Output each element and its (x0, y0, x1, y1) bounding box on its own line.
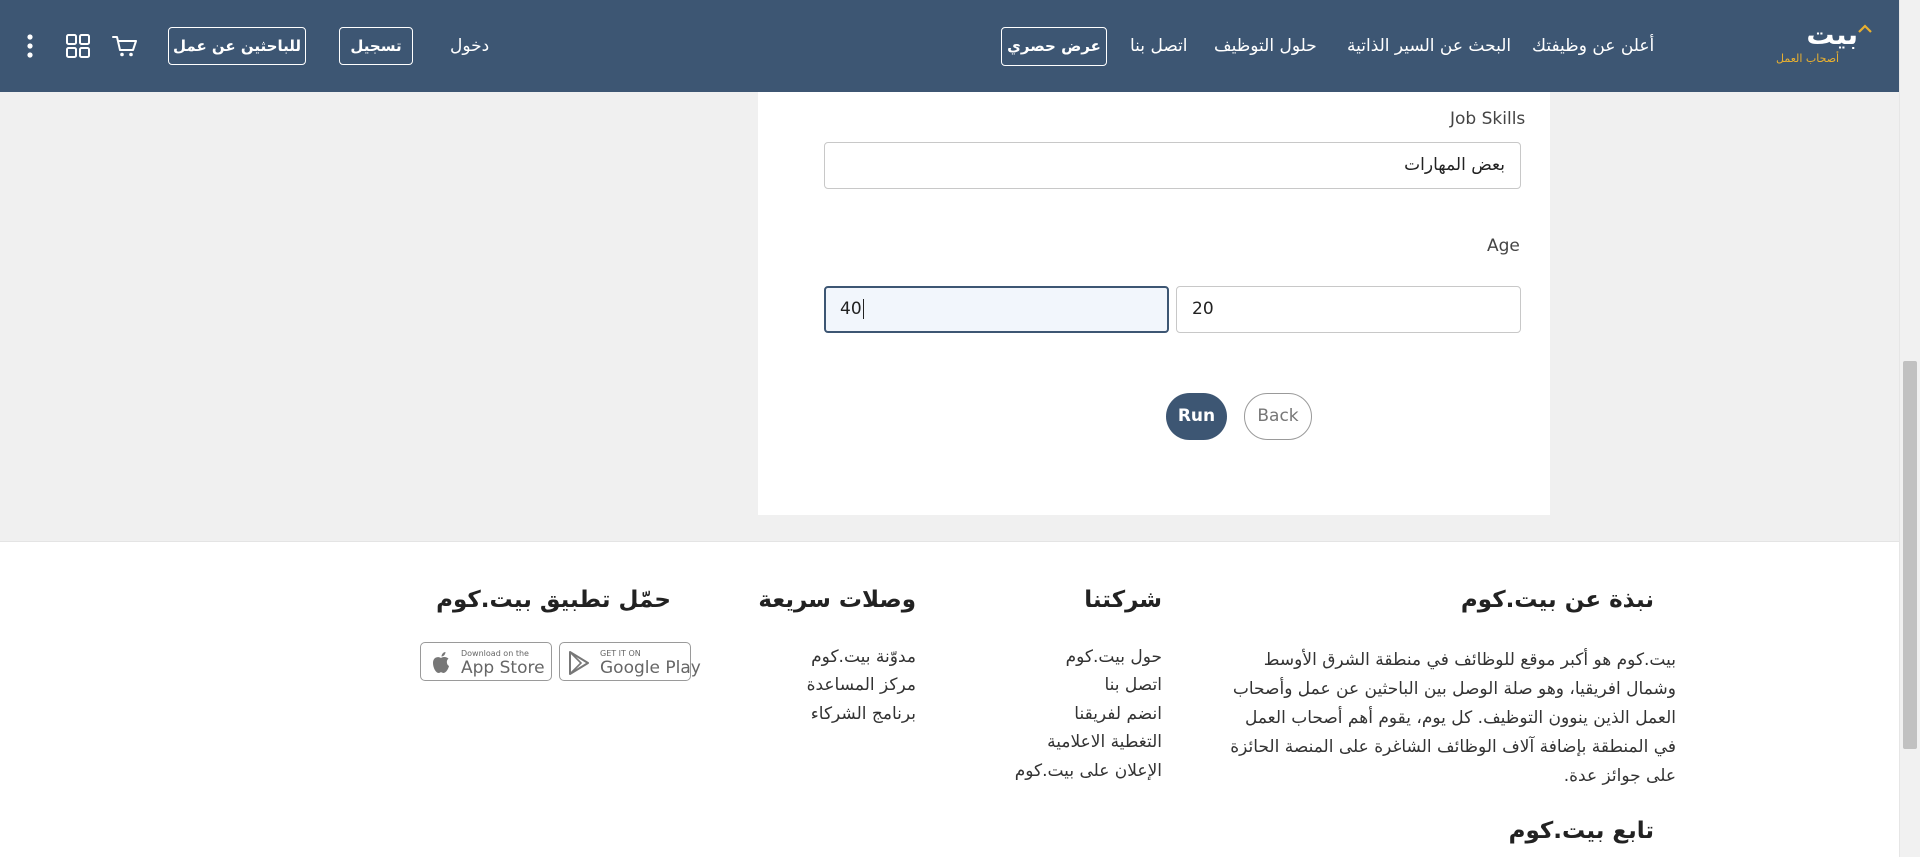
exclusive-offer-button[interactable]: عرض حصري (1001, 27, 1107, 66)
cart-icon[interactable] (112, 34, 138, 58)
site-footer: نبذة عن بيت.كوم بيت.كوم هو أكبر موقع للو… (0, 541, 1899, 857)
bayt-logo[interactable]: بيت أصحاب العمل (1772, 18, 1872, 68)
app-store-small-text: Download on the (461, 649, 529, 658)
nav-hiring-solutions[interactable]: حلول التوظيف (1214, 34, 1317, 58)
quick-link-help[interactable]: مركز المساعدة (807, 674, 916, 696)
job-skills-input[interactable]: بعض المهارات (824, 142, 1521, 189)
age-min-value: 20 (1192, 299, 1214, 319)
about-heading: نبذة عن بيت.كوم (1460, 587, 1654, 613)
text-cursor (862, 299, 864, 319)
age-min-input[interactable]: 20 (1176, 286, 1521, 333)
quick-link-blog[interactable]: مدوّنة بيت.كوم (811, 646, 916, 668)
logo-chevron-icon (1858, 24, 1872, 33)
app-heading: حمّل تطبيق بيت.كوم (436, 587, 671, 613)
company-link-about[interactable]: حول بيت.كوم (1066, 646, 1162, 668)
run-button[interactable]: Run (1166, 393, 1227, 440)
quick-link-partners[interactable]: برنامج الشركاء (811, 703, 916, 725)
google-play-badge[interactable]: GET IT ON Google Play (559, 642, 701, 681)
company-link-contact[interactable]: اتصل بنا (1104, 674, 1162, 696)
company-heading: شركتنا (1084, 587, 1162, 613)
top-navbar: بيت أصحاب العمل أعلن عن وظيفتك البحث عن … (0, 0, 1899, 92)
google-play-icon (569, 651, 589, 675)
apple-icon (433, 652, 449, 673)
app-store-badge[interactable]: Download on the App Store (420, 642, 552, 681)
app-store-big-text: App Store (461, 658, 545, 678)
follow-heading: تابع بيت.كوم (1508, 818, 1654, 844)
login-link[interactable]: دخول (450, 34, 489, 58)
more-vertical-icon[interactable] (25, 33, 35, 59)
google-play-big-text: Google Play (600, 658, 701, 678)
age-max-input[interactable]: 40 (824, 286, 1169, 333)
job-seekers-button[interactable]: للباحثين عن عمل (168, 27, 306, 65)
scrollbar-thumb[interactable] (1903, 361, 1917, 749)
company-link-advertise[interactable]: الإعلان على بيت.كوم (1015, 760, 1162, 782)
about-text: بيت.كوم هو أكبر موقع للوظائف في منطقة ال… (1230, 650, 1676, 786)
back-button[interactable]: Back (1244, 393, 1312, 440)
age-max-value: 40 (840, 299, 862, 319)
company-link-media[interactable]: التغطية الاعلامية (1047, 731, 1162, 753)
apps-grid-icon[interactable] (66, 34, 90, 58)
age-label: Age (1487, 236, 1520, 256)
logo-subtitle: أصحاب العمل (1776, 52, 1840, 65)
nav-post-job[interactable]: أعلن عن وظيفتك (1532, 34, 1654, 58)
nav-contact[interactable]: اتصل بنا (1130, 34, 1188, 58)
google-play-small-text: GET IT ON (600, 649, 641, 658)
job-skills-label: Job Skills (1450, 109, 1526, 129)
quick-links-heading: وصلات سريعة (758, 587, 916, 613)
register-button[interactable]: تسجيل (339, 27, 413, 65)
nav-cv-search[interactable]: البحث عن السير الذاتية (1347, 34, 1511, 58)
company-link-join[interactable]: انضم لفريقنا (1074, 703, 1162, 725)
job-skills-value: بعض المهارات (1404, 155, 1505, 175)
logo-wordmark: بيت (1806, 18, 1858, 51)
